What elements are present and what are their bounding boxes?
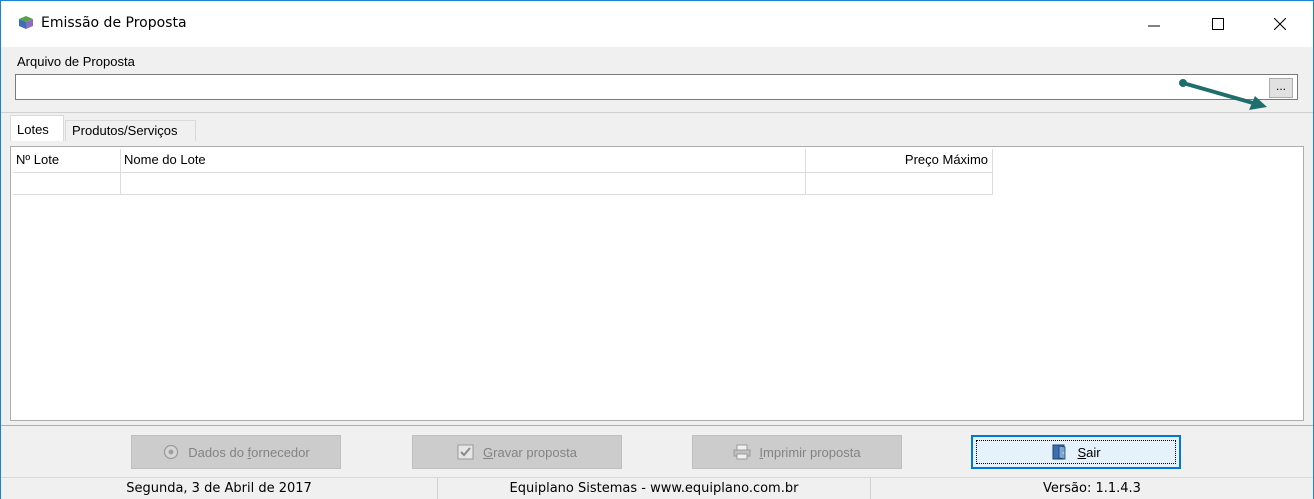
browse-button[interactable]: ... [1269,78,1293,98]
action-bar: Dados do fornecedor Gravar proposta Impr… [1,425,1313,477]
main-window: Emissão de Proposta Arquivo de Proposta … [0,0,1314,499]
lotes-grid[interactable]: Nº Lote Nome do Lote Preço Máximo [10,146,1304,421]
tab-lotes[interactable]: Lotes [10,115,64,141]
printer-icon [733,444,751,460]
column-header-numero-lote[interactable]: Nº Lote [13,149,121,173]
dados-fornecedor-button[interactable]: Dados do fornecedor [131,435,341,469]
gear-icon [164,444,179,460]
grid-header: Nº Lote Nome do Lote Preço Máximo [13,149,993,173]
tab-produtos-servicos[interactable]: Produtos/Serviços [65,120,196,141]
focus-rectangle [976,440,1176,464]
column-header-nome-lote[interactable]: Nome do Lote [121,149,806,173]
dados-fornecedor-label: Dados do fornecedor [188,444,310,460]
sair-button[interactable]: Sair [971,435,1181,469]
cell-nome-lote[interactable] [121,173,806,195]
close-button[interactable] [1257,1,1303,47]
status-version: Versão: 1.1.4.3 [1043,481,1141,496]
imprimir-proposta-button[interactable]: Imprimir proposta [692,435,902,469]
minimize-button[interactable] [1131,1,1177,47]
separator [1,112,1313,113]
check-icon [457,444,474,460]
file-section: Arquivo de Proposta ... [1,47,1313,113]
close-icon [1274,18,1286,30]
maximize-icon [1212,18,1224,30]
cell-numero-lote[interactable] [13,173,121,195]
column-header-preco-maximo[interactable]: Preço Máximo [806,149,993,173]
file-label: Arquivo de Proposta [17,54,135,69]
gravar-proposta-button[interactable]: Gravar proposta [412,435,622,469]
status-date: Segunda, 3 de Abril de 2017 [1,478,438,499]
cell-preco-maximo[interactable] [806,173,993,195]
window-title: Emissão de Proposta [41,15,187,31]
status-company: Equiplano Sistemas - www.equiplano.com.b… [438,478,871,499]
table-row[interactable] [13,173,993,195]
imprimir-proposta-label: Imprimir proposta [759,444,861,460]
status-bar: Segunda, 3 de Abril de 2017 Equiplano Si… [1,477,1313,499]
annotation-arrow-icon [1179,79,1267,110]
file-path-input[interactable] [15,74,1298,100]
minimize-icon [1148,25,1160,27]
gravar-proposta-label: Gravar proposta [483,444,577,460]
title-bar: Emissão de Proposta [1,1,1313,47]
app-book-icon [19,16,33,29]
maximize-button[interactable] [1195,1,1241,47]
